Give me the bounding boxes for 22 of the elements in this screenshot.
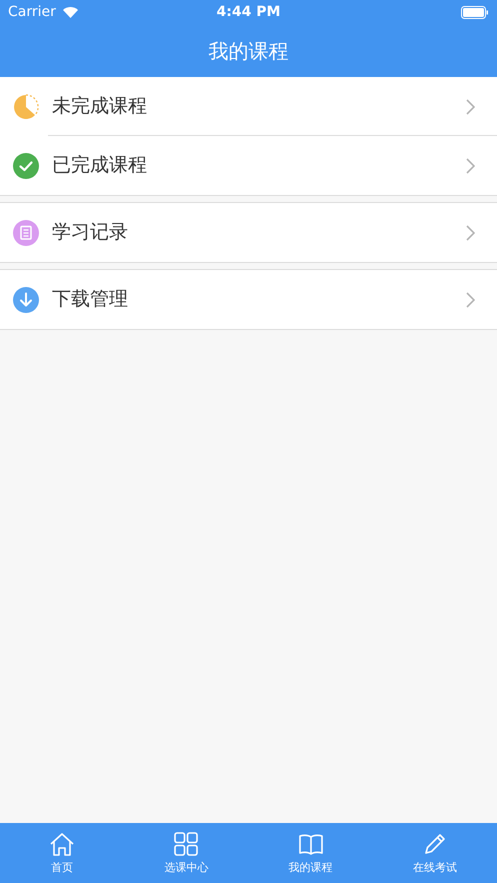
wifi-icon [62,6,79,18]
page-title: 我的课程 [208,38,288,64]
clock-label: 4:44 PM [216,2,280,22]
menu-row[interactable]: 下载管理 [0,270,497,329]
menu-row[interactable]: 未完成课程 [0,77,497,136]
chevron-right-icon [466,158,475,174]
menu-label: 已完成课程 [52,153,147,178]
menu-label: 学习记录 [52,220,128,246]
chevron-right-icon [466,98,475,114]
chevron-right-icon [466,292,475,308]
document-icon [12,218,40,246]
download-icon [12,286,40,314]
carrier-label: Carrier [8,2,56,22]
pie-clock-icon [12,92,40,120]
menu-row[interactable]: 学习记录 [0,203,497,262]
check-circle-icon [12,152,40,180]
menu-row[interactable]: 已完成课程 [0,136,497,195]
menu-label: 下载管理 [52,287,128,312]
grid-icon[interactable] [172,830,200,858]
chevron-right-icon [466,224,475,240]
menu-label: 未完成课程 [52,94,147,120]
battery-icon [461,6,489,18]
